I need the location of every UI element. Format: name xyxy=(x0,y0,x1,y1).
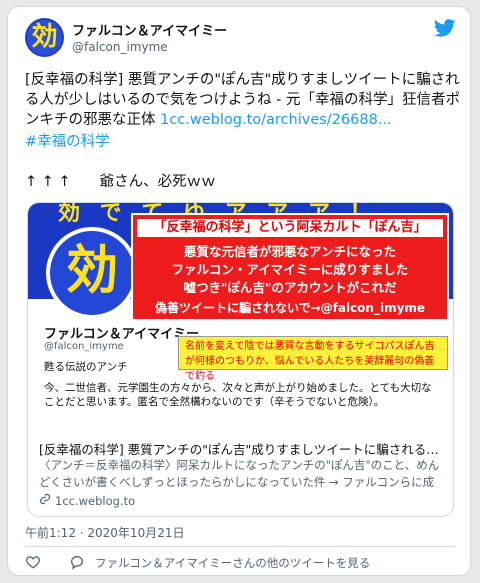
warning-line-3: ファルコン・アイマイミーに成りすました xyxy=(171,262,409,277)
link-card-image: 効 で て ゆ ア ア ア ！ 効 「反幸福の科学」という阿呆カルト「ぽん吉」 … xyxy=(28,203,453,433)
warning-line-1: 「反幸福の科学」という阿呆カルト「ぽん吉」 xyxy=(137,219,443,237)
warning-line-4: 嘘つき"ぽん吉"のアカウントがこれだ xyxy=(183,280,397,295)
link-chain-icon xyxy=(39,493,51,505)
profile-avatar-char: 効 xyxy=(65,241,118,301)
tweet-timestamp[interactable]: 午前1:12 · 2020年10月21日 xyxy=(25,524,184,541)
link-card[interactable]: 効 で て ゆ ア ア ア ！ 効 「反幸福の科学」という阿呆カルト「ぽん吉」 … xyxy=(27,202,454,517)
link-card-title[interactable]: [反幸福の科学] 悪質アンチの"ぽん吉"成りすましツイートに騙される人が少しはい… xyxy=(39,439,444,458)
avatar-char: 効 xyxy=(31,22,58,52)
tweet-link[interactable]: 1cc.weblog.to/archives/26688... xyxy=(160,112,392,128)
user-handle[interactable]: @falcon_imyme xyxy=(72,40,168,54)
avatar[interactable]: 効 xyxy=(25,18,64,57)
twitter-bird-icon[interactable] xyxy=(434,19,456,37)
red-warning-box: 「反幸福の科学」という阿呆カルト「ぽん吉」 悪質な元信者が邪悪なアンチになった … xyxy=(131,213,449,321)
display-name[interactable]: ファルコン＆アイマイミー xyxy=(72,20,227,39)
warning-line-5: 偽善ツイートに騙されないで→@falcon_imyme xyxy=(154,301,426,315)
tweet-embed-card: 効 ファルコン＆アイマイミー @falcon_imyme [反幸福の科学] 悪質… xyxy=(7,6,471,576)
profile-avatar: 効 xyxy=(46,227,138,319)
reply-line: ↑ ↑ ↑ 爺さん、必死ｗｗ xyxy=(25,174,216,190)
yellow-note: 名前を変えて陰では悪質な言動をするサイコパスぽん吉が何様のつもりか、悩んでいる人… xyxy=(178,336,448,382)
profile-name: ファルコン＆アイマイミー xyxy=(44,327,200,342)
link-card-domain-text: 1cc.weblog.to xyxy=(55,494,136,508)
hashtag-link[interactable]: #幸福の科学 xyxy=(25,130,110,151)
link-card-description: 〈アンチ＝反幸福の科学〉阿呆カルトになったアンチの"ぽん吉"のこと、めんどくさい… xyxy=(39,458,440,489)
tweet-footer: ファルコン＆アイマイミーさんの他のツイートを見る xyxy=(25,553,455,573)
tweet-body: [反幸福の科学] 悪質アンチの"ぽん吉"成りすましツイートに騙される人が少しはい… xyxy=(25,70,460,130)
profile-body: 今、二世信者、元学園生の方々から、次々と声が上がり始めました。とても大切なことだ… xyxy=(44,382,432,408)
more-tweets-link[interactable]: ファルコン＆アイマイミーさんの他のツイートを見る xyxy=(95,555,370,571)
warning-line-2: 悪質な元信者が邪悪なアンチになった xyxy=(183,244,396,259)
heart-icon[interactable] xyxy=(25,555,41,569)
divider xyxy=(25,546,455,547)
link-card-domain: 1cc.weblog.to xyxy=(39,493,135,508)
reply-bubble-icon[interactable] xyxy=(69,554,85,570)
profile-handle: @falcon_imyme xyxy=(44,341,124,352)
profile-bio: 甦る伝説のアンチ xyxy=(44,361,128,373)
